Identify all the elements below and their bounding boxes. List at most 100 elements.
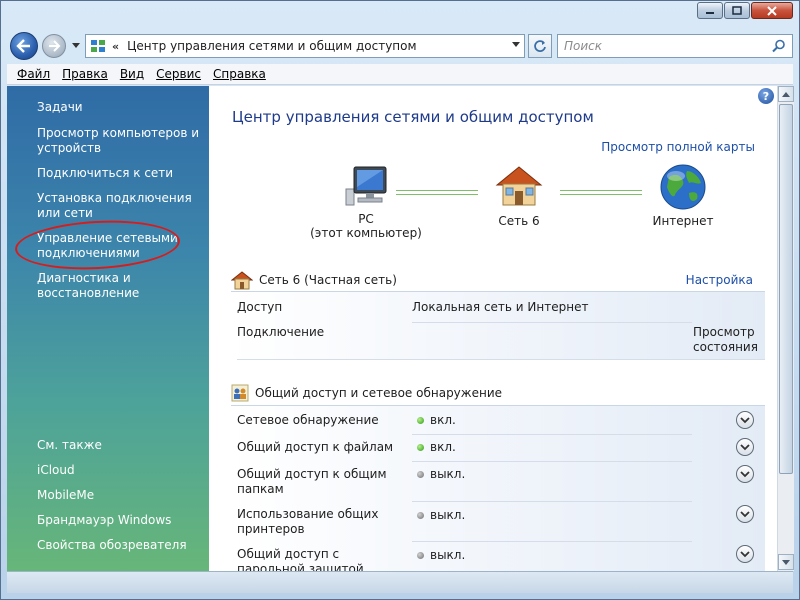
connection-line-pc-network [396,190,478,195]
network-section-header: Сеть 6 (Частная сеть) [231,270,397,290]
chevron-down-icon [72,42,80,48]
forward-button[interactable] [42,34,66,58]
sharing-users-icon [231,384,249,402]
chevron-down-icon [740,443,750,450]
menu-file[interactable]: Файл [11,67,56,81]
setting-label: Сетевое обнаружение [237,413,379,427]
menu-edit[interactable]: Правка [56,67,114,81]
minimize-icon [706,11,714,14]
internet-name: Интернет [652,214,714,228]
row-divider [412,322,692,323]
search-icon[interactable] [772,39,786,53]
task-setup-connection[interactable]: Установка подключения или сети [37,191,205,221]
status-off-icon [417,552,424,559]
chevron-down-icon [740,470,750,477]
pc-subtitle: (этот компьютер) [310,226,422,240]
scroll-thumb[interactable] [779,104,793,474]
expand-button[interactable] [736,505,754,523]
access-label: Доступ [237,300,283,314]
chevron-down-icon [740,550,750,557]
close-icon [767,5,777,16]
maximize-icon [732,6,742,15]
map-node-network[interactable]: Сеть 6 [479,163,559,228]
task-diagnose-repair[interactable]: Диагностика и восстановление [37,271,205,301]
setting-state: вкл. [430,413,456,427]
address-bar[interactable]: « Центр управления сетями и общим доступ… [85,34,525,58]
search-box[interactable]: Поиск [557,34,793,58]
network-center-icon [91,40,105,52]
see-also-icloud[interactable]: iCloud [37,463,205,478]
connection-label: Подключение [237,325,325,339]
navigation-bar: « Центр управления сетями и общим доступ… [7,30,793,60]
expand-button[interactable] [736,545,754,563]
task-pane: Задачи Просмотр компьютеров и устройств … [7,86,209,571]
scroll-down-button[interactable] [778,554,794,570]
task-view-computers[interactable]: Просмотр компьютеров и устройств [37,126,205,156]
vertical-scrollbar[interactable] [777,86,794,571]
expand-button[interactable] [736,411,754,429]
network-map: PC (этот компьютер) Сеть 6 Интернет [209,161,777,251]
maximize-button[interactable] [724,2,750,19]
main-content: ? Центр управления сетями и общим доступ… [209,86,777,576]
minimize-button[interactable] [697,2,723,19]
access-value: Локальная сеть и Интернет [412,300,589,314]
close-button[interactable] [751,2,793,19]
address-dropdown-icon[interactable] [512,42,520,47]
status-off-icon [417,512,424,519]
chevron-down-icon [740,510,750,517]
sharing-settings-box: Сетевое обнаружение вкл. Общий доступ к … [231,405,765,576]
status-on-icon [417,417,424,424]
back-button[interactable] [10,32,38,60]
caption-buttons [696,2,793,19]
help-icon[interactable]: ? [758,88,774,104]
chevron-down-icon [740,416,750,423]
setting-label: Общий доступ к общим папкам [237,467,387,496]
sharing-section-title: Общий доступ и сетевое обнаружение [255,386,503,400]
see-also-internet-options[interactable]: Свойства обозревателя [37,538,205,553]
recent-pages-dropdown[interactable] [71,40,81,50]
computer-icon [345,166,387,206]
connection-line-network-internet [560,190,642,195]
view-full-map-link[interactable]: Просмотр полной карты [601,140,755,154]
expand-button[interactable] [736,465,754,483]
status-on-icon [417,444,424,451]
menu-help[interactable]: Справка [207,67,272,81]
chevron-up-icon [782,91,790,97]
tasks-header: Задачи [37,100,83,114]
task-connect-to-network[interactable]: Подключиться к сети [37,166,205,181]
scroll-up-button[interactable] [778,86,794,102]
refresh-button[interactable] [528,34,552,58]
sharing-section-header: Общий доступ и сетевое обнаружение [231,384,502,402]
setting-state: вкл. [430,440,456,454]
chevron-down-icon [782,559,790,565]
menu-bar: Файл Правка Вид Сервис Справка [7,64,793,85]
status-off-icon [417,471,424,478]
back-arrow-icon [16,39,30,53]
menu-tools[interactable]: Сервис [150,67,207,81]
see-also-header: См. также [37,438,102,452]
map-node-pc[interactable]: PC (этот компьютер) [301,165,431,240]
setting-label: Общий доступ к файлам [237,440,394,454]
see-also-firewall[interactable]: Брандмауэр Windows [37,513,205,528]
expand-button[interactable] [736,438,754,456]
row-divider [237,359,765,360]
page-title: Центр управления сетями и общим доступом [232,108,594,126]
window: « Центр управления сетями и общим доступ… [0,0,800,600]
search-input[interactable]: Поиск [564,39,602,53]
setting-state: выкл. [430,548,466,562]
see-also-mobileme[interactable]: MobileMe [37,488,205,503]
row-divider [412,461,692,462]
home-network-icon [495,166,543,206]
globe-icon [660,164,706,210]
address-chevron[interactable]: « [112,40,119,53]
view-status-link[interactable]: Просмотр состояния [693,325,758,355]
forward-arrow-icon [49,40,61,52]
pc-name: PC [358,212,374,226]
customize-link[interactable]: Настройка [686,273,753,287]
network-section-title: Сеть 6 (Частная сеть) [259,273,397,287]
network-info-box: Доступ Локальная сеть и Интернет Подключ… [231,291,765,360]
home-network-small-icon [231,271,253,290]
map-node-internet[interactable]: Интернет [643,163,723,228]
menu-view[interactable]: Вид [114,67,150,81]
address-path[interactable]: Центр управления сетями и общим доступом [127,39,416,53]
